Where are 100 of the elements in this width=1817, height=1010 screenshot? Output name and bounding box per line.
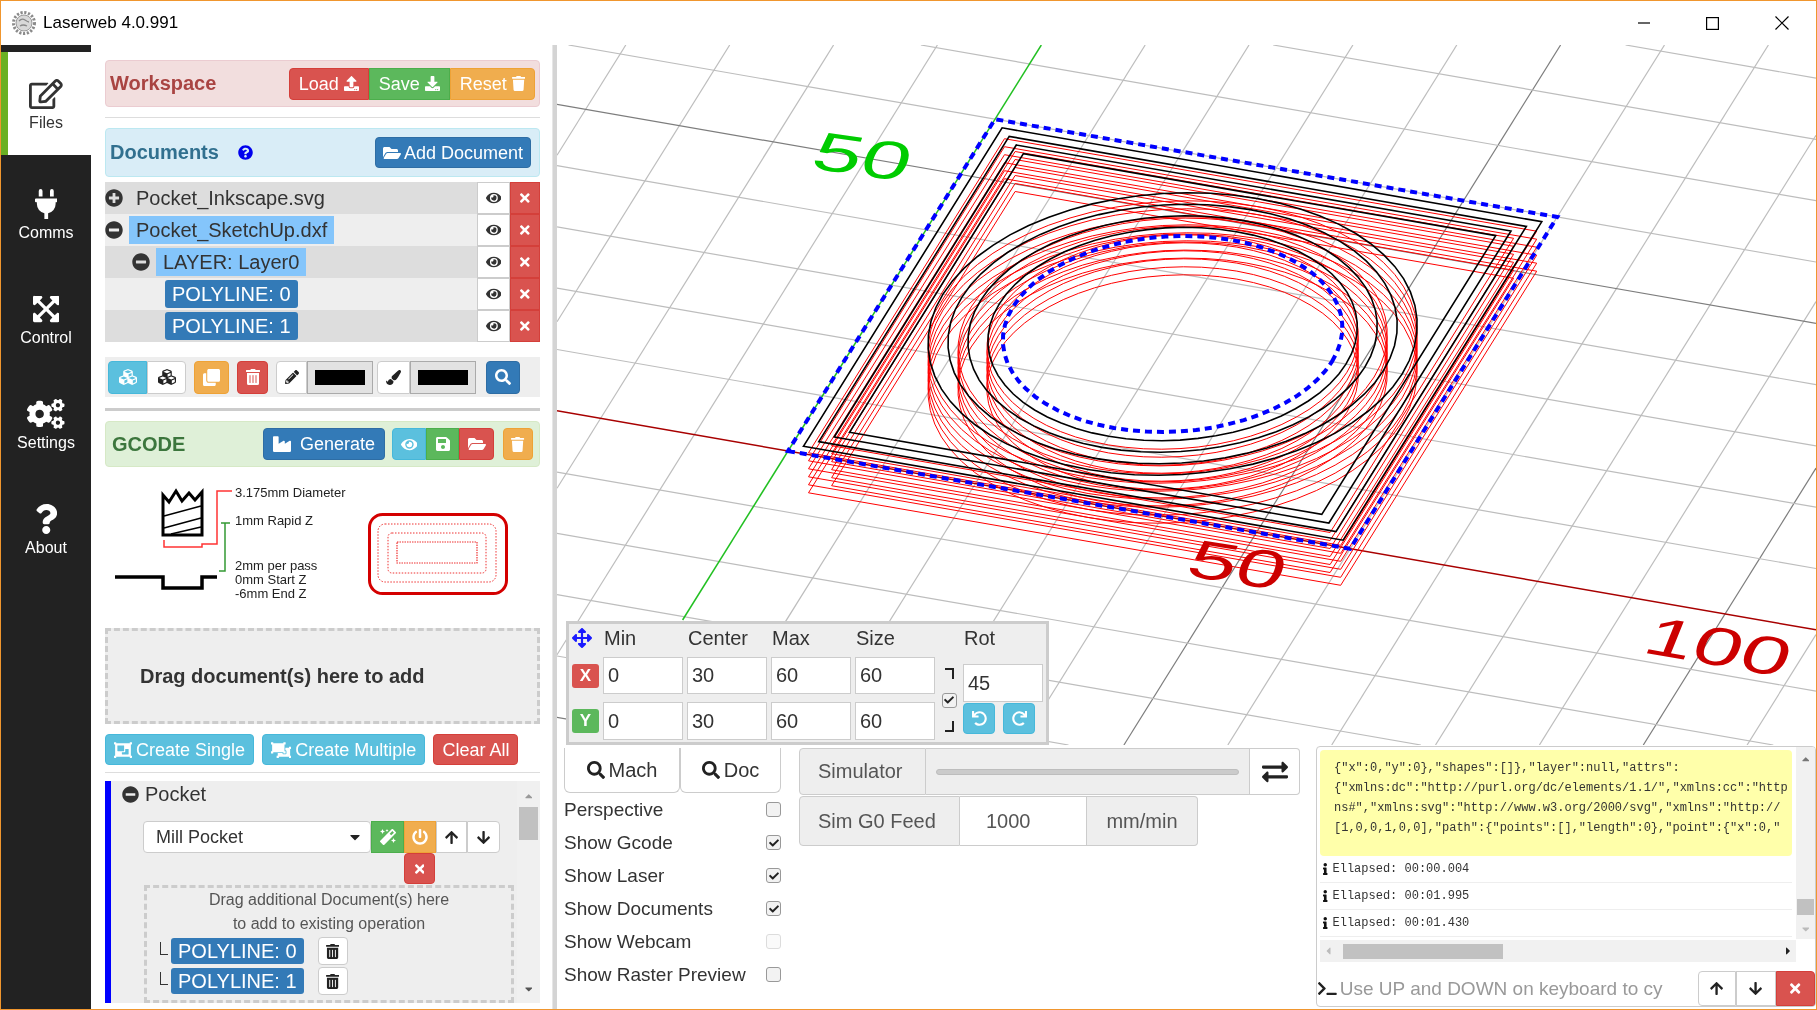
scrollbar-thumb[interactable] <box>1342 943 1503 959</box>
caret-right-icon <box>1785 945 1790 957</box>
drop-zone-text: Drag additional Document(s) here to add to existing operation <box>207 890 451 934</box>
scrollbar-thumb[interactable] <box>519 807 538 840</box>
cubes-icon <box>157 368 176 386</box>
open-gcode-button[interactable] <box>459 428 494 460</box>
visibility-button[interactable] <box>477 278 510 310</box>
fill-button[interactable] <box>377 360 410 394</box>
wand-button[interactable] <box>371 821 404 853</box>
help-icon[interactable] <box>237 145 253 160</box>
nav-item[interactable]: Files <box>1 52 91 155</box>
log-text: Ellapsed: 00:01.995 <box>1332 889 1470 903</box>
tree-connector-icon <box>160 941 168 955</box>
pencil-icon <box>284 370 299 384</box>
delete-button[interactable] <box>317 937 348 965</box>
bounds-input[interactable]: 60 <box>771 657 851 694</box>
visibility-button[interactable] <box>477 182 510 214</box>
axis-label: 100 <box>1636 605 1802 688</box>
tree-connector-icon <box>160 971 168 985</box>
checkmark-icon <box>768 837 779 848</box>
code-line: {"x":0,"y":0},"shapes":[]},"layer":null,"attrs": <box>1334 760 1681 777</box>
folder-icon <box>382 144 401 161</box>
checkmark-icon <box>768 870 779 881</box>
checkbox[interactable] <box>766 901 781 916</box>
checkbox[interactable] <box>766 868 781 883</box>
window-title: Laserweb 4.0.991 <box>43 13 179 33</box>
history-down-button[interactable] <box>1736 971 1776 1006</box>
rotation-input[interactable]: 45 <box>963 664 1043 702</box>
search-button[interactable] <box>486 360 520 394</box>
axis-label: 50 <box>804 120 921 193</box>
code-line: [1,0,0,1,0,0],"path":{"points":[],"length":0},"point":{"x":0," <box>1334 820 1782 837</box>
move-up-button[interactable] <box>436 821 467 853</box>
column-header: Max <box>771 627 811 649</box>
bounds-input[interactable]: 60 <box>771 702 851 740</box>
checkbox[interactable] <box>766 802 781 817</box>
scrollbar-thumb[interactable] <box>1797 899 1814 915</box>
code-line: ns#","xmlns:svg":"http://www.w3.org/2000/svg","xmlns":"http:// <box>1334 800 1782 817</box>
visibility-button[interactable] <box>477 246 510 278</box>
log-text: Ellapsed: 00:00.004 <box>1332 862 1470 876</box>
minimize-icon <box>1637 22 1650 24</box>
bounds-input[interactable]: 30 <box>687 702 767 740</box>
bounds-input[interactable]: 60 <box>855 657 935 694</box>
remove-button[interactable] <box>404 853 435 884</box>
bounds-input[interactable]: 60 <box>855 702 935 740</box>
checkbox[interactable] <box>766 967 781 982</box>
fill-color-field[interactable] <box>410 360 476 394</box>
swap-button[interactable] <box>1250 748 1300 795</box>
visibility-button[interactable] <box>477 310 510 342</box>
shape-item[interactable]: POLYLINE: 1 <box>165 312 298 340</box>
document-item[interactable]: Pocket_SketchUp.dxf <box>129 216 335 244</box>
deselect-button[interactable] <box>147 360 186 394</box>
simulator-label: Simulator <box>799 748 926 795</box>
panel-title: GCODE <box>112 432 186 456</box>
arrow-up-icon <box>444 829 459 845</box>
generate-button[interactable]: Generate <box>262 428 385 460</box>
column-header: Size <box>855 627 896 649</box>
history-up-button[interactable] <box>1698 971 1736 1006</box>
close-icon <box>1790 981 1801 996</box>
power-icon <box>412 829 428 845</box>
operation-select[interactable]: Mill Pocket <box>143 821 371 853</box>
close-icon <box>520 319 530 333</box>
scrollbar[interactable] <box>1796 747 1815 939</box>
close-icon <box>520 255 530 269</box>
load-button[interactable]: Load <box>288 67 369 100</box>
shape-item[interactable]: POLYLINE: 0 <box>165 280 298 308</box>
bounds-input[interactable]: 0 <box>603 702 683 740</box>
brush-icon <box>386 369 401 385</box>
stroke-button[interactable] <box>276 360 307 394</box>
option-label: Perspective <box>564 798 664 821</box>
clear-all-button[interactable]: Clear All <box>433 734 519 765</box>
save-gcode-button[interactable] <box>426 428 459 460</box>
checkmark-icon <box>768 903 779 914</box>
stroke-color-field[interactable] <box>307 360 373 394</box>
search-icon <box>586 761 605 779</box>
feed-input[interactable]: 1000 <box>960 796 1087 846</box>
code-line: {"xmlns:dc":"http://purl.org/dc/elements/1.1/","xmlns:cc":"http <box>1334 780 1789 797</box>
add-document-button[interactable]: Add Document <box>374 137 531 168</box>
clear-console-button[interactable] <box>1776 971 1815 1006</box>
scrollbar[interactable] <box>1320 940 1796 962</box>
view-button[interactable]: Doc <box>680 748 781 793</box>
option-label: Show Raster Preview <box>564 963 746 986</box>
bounds-input[interactable]: 0 <box>603 657 683 694</box>
checkbox[interactable] <box>766 835 781 850</box>
delete-button[interactable] <box>317 967 348 995</box>
checkbox[interactable] <box>941 692 957 708</box>
view-button[interactable]: Mach <box>564 748 680 793</box>
trash-icon <box>326 973 340 989</box>
caret-left-icon <box>1326 945 1331 957</box>
bracket-icon <box>944 721 954 732</box>
info-icon <box>1323 917 1328 929</box>
eye-icon <box>485 191 502 205</box>
bounds-input[interactable]: 30 <box>687 657 767 694</box>
document-item[interactable]: LAYER: Layer0 <box>156 248 307 276</box>
option-label: Show Gcode <box>564 831 673 854</box>
floppy-icon <box>435 436 450 452</box>
visibility-button[interactable] <box>477 214 510 246</box>
trash-icon <box>511 436 525 452</box>
diagram-label: 2mm per pass <box>235 558 318 573</box>
slider-track[interactable] <box>936 768 1239 775</box>
move-down-button[interactable] <box>467 821 500 853</box>
